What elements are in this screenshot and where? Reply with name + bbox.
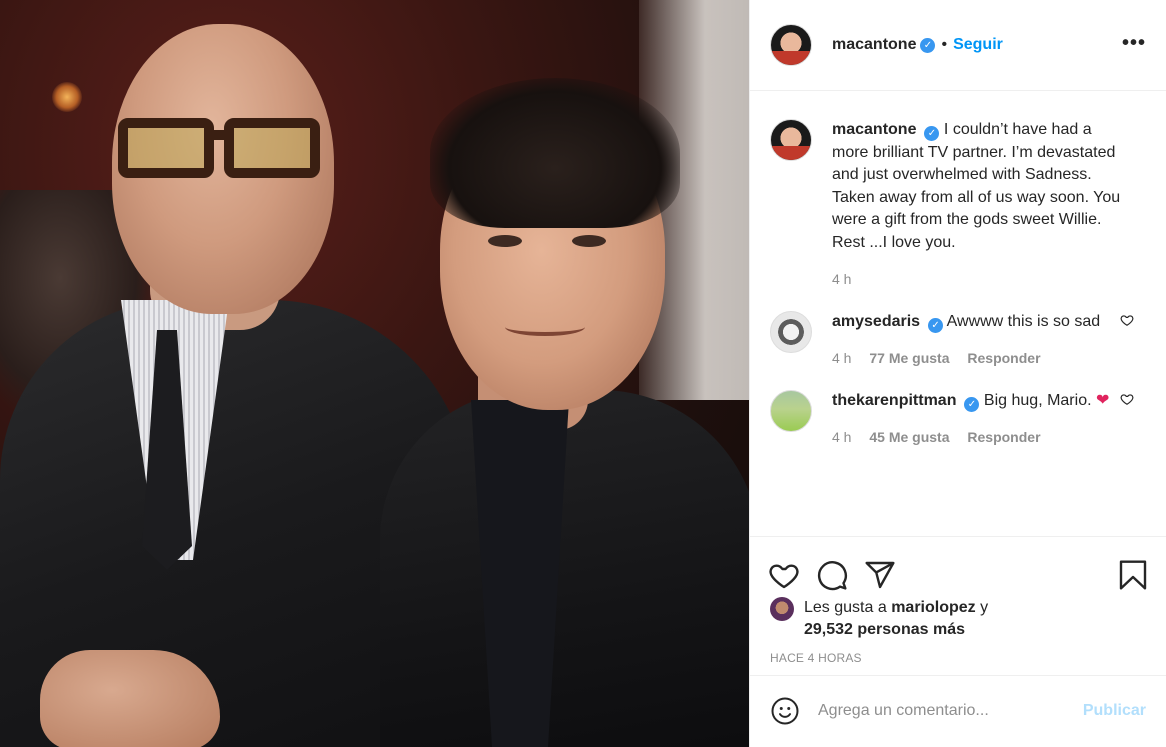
comment-text: Awwww this is so sad [946, 312, 1101, 330]
comment-body: thekarenpittman ✓ Big hug, Mario. ❤ 4 h 4… [832, 390, 1132, 449]
photo-glasses-bridge [212, 130, 228, 140]
post-side-panel: macantone ✓ • Seguir ••• macantone ✓ I co… [749, 0, 1166, 747]
comment-time[interactable]: 4 h [832, 429, 851, 445]
caption-avatar[interactable] [770, 119, 812, 161]
heart-outline-icon[interactable] [1120, 392, 1134, 406]
photo-person-right-hair [430, 78, 680, 228]
reply-button[interactable]: Responder [967, 350, 1040, 366]
like-icon[interactable] [768, 559, 800, 591]
caption: macantone ✓ I couldn’t have had a more br… [770, 119, 1146, 291]
photo-glasses-right-lens [224, 118, 320, 178]
post-photo[interactable] [0, 0, 749, 747]
photo-person-left-hand [40, 650, 220, 747]
likes-count[interactable]: 29,532 personas más [804, 621, 965, 638]
caption-meta: 4 h [832, 268, 1132, 291]
liker-username[interactable]: mariolopez [891, 599, 975, 616]
comment-meta: 4 h 45 Me gusta Responder [832, 426, 1132, 449]
post-timestamp[interactable]: HACE 4 HORAS [750, 651, 1166, 665]
caption-body: macantone ✓ I couldn’t have had a more br… [832, 119, 1132, 291]
caption-text: I couldn’t have had a more brilliant TV … [832, 121, 1121, 251]
comment-likes[interactable]: 45 Me gusta [869, 429, 949, 445]
post-header: macantone ✓ • Seguir ••• [750, 0, 1166, 91]
comment-username[interactable]: thekarenpittman [832, 392, 956, 409]
comment-username[interactable]: amysedaris [832, 313, 920, 330]
reply-button[interactable]: Responder [967, 429, 1040, 445]
emoji-icon[interactable] [770, 696, 800, 726]
comment-avatar[interactable] [770, 310, 812, 353]
likes-conj: y [980, 599, 989, 616]
bookmark-icon[interactable] [1118, 559, 1148, 591]
comment-meta: 4 h 77 Me gusta Responder [832, 347, 1132, 370]
author-avatar[interactable] [770, 24, 812, 66]
photo-glasses-left-lens [118, 118, 214, 178]
likes-prefix: Les gusta a [804, 599, 887, 616]
more-options-icon[interactable]: ••• [1122, 32, 1146, 55]
verified-badge-icon: ✓ [964, 396, 980, 412]
comment-item: thekarenpittman ✓ Big hug, Mario. ❤ 4 h 4… [770, 389, 1146, 449]
header-separator: • [941, 36, 948, 53]
author-username[interactable]: macantone [832, 36, 916, 54]
photo-person-right-eye-right [572, 235, 606, 247]
comment-input[interactable]: Agrega un comentario... [818, 702, 1083, 720]
verified-badge-icon: ✓ [920, 37, 936, 53]
add-comment-bar: Agrega un comentario... Publicar [750, 675, 1166, 746]
red-heart-emoji: ❤ [1095, 391, 1110, 409]
verified-badge-icon: ✓ [928, 317, 944, 333]
comment-likes[interactable]: 77 Me gusta [869, 350, 949, 366]
instagram-post: macantone ✓ • Seguir ••• macantone ✓ I co… [0, 0, 1166, 747]
photo-lamp [52, 82, 82, 112]
comment-text: Big hug, Mario. [983, 391, 1092, 409]
comment-body: amysedaris ✓ Awwww this is so sad 4 h 77 … [832, 311, 1132, 370]
likes-summary: Les gusta a mariolopez y 29,532 personas… [750, 597, 1166, 641]
likes-text: Les gusta a mariolopez y 29,532 personas… [804, 597, 988, 641]
post-actions: Les gusta a mariolopez y 29,532 personas… [750, 536, 1166, 746]
comment-time[interactable]: 4 h [832, 350, 851, 366]
comment-item: amysedaris ✓ Awwww this is so sad 4 h 77 … [770, 310, 1146, 370]
comments-list[interactable]: macantone ✓ I couldn’t have had a more br… [750, 91, 1166, 536]
share-icon[interactable] [864, 559, 896, 591]
liker-avatar[interactable] [770, 597, 794, 621]
photo-person-right-eye-left [488, 235, 522, 247]
photo-person-right-smile [505, 318, 585, 336]
comment-avatar[interactable] [770, 389, 812, 432]
follow-button[interactable]: Seguir [953, 36, 1003, 54]
verified-badge-icon: ✓ [924, 126, 940, 141]
heart-outline-icon[interactable] [1120, 313, 1134, 327]
caption-username[interactable]: macantone [832, 121, 916, 138]
action-icons [750, 537, 1166, 599]
caption-time[interactable]: 4 h [832, 271, 851, 287]
publish-button[interactable]: Publicar [1083, 702, 1146, 720]
comment-icon[interactable] [816, 559, 848, 591]
